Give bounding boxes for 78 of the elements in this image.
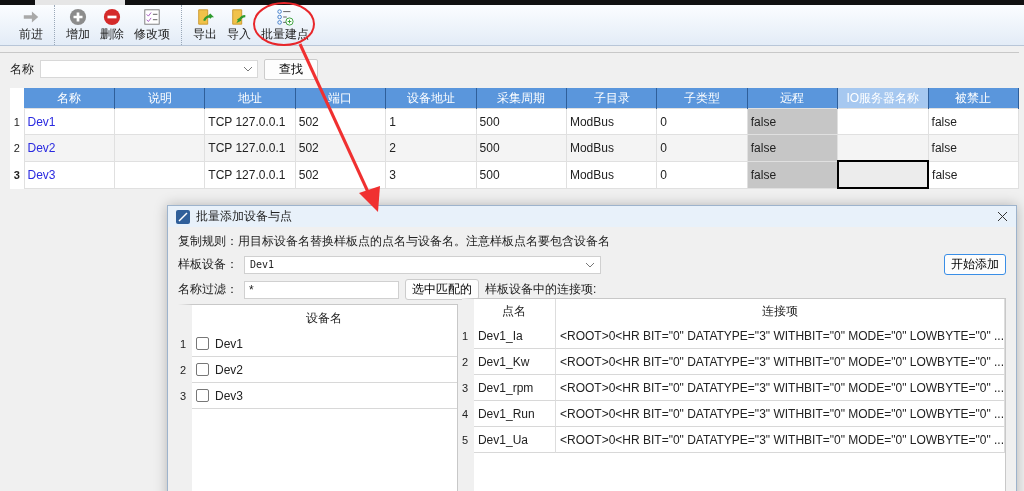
toolbar-button[interactable]: 批量建点 bbox=[256, 5, 314, 45]
checkbox[interactable] bbox=[196, 337, 209, 350]
folder-arrow-icon bbox=[195, 8, 215, 26]
table-cell: Dev3 bbox=[24, 161, 115, 188]
list-add-icon bbox=[275, 8, 295, 26]
select-matching-button[interactable]: 选中匹配的 bbox=[405, 279, 479, 300]
table-cell: 0 bbox=[656, 134, 748, 161]
row-number: 1 bbox=[180, 337, 187, 350]
caret-icon bbox=[585, 261, 595, 268]
table-cell: 500 bbox=[476, 161, 567, 188]
table-cell: <ROOT>0<HR BIT="0" DATATYPE="3" WITHBIT="0" MODE="0" LOWBYTE="0" ... bbox=[555, 323, 1005, 349]
toolbar-button[interactable]: 导入 bbox=[222, 5, 256, 45]
row-number: 3 bbox=[180, 389, 187, 402]
find-button[interactable]: 查找 bbox=[264, 58, 318, 80]
toolbar-button[interactable]: 导出 bbox=[188, 5, 222, 45]
toolbar-button[interactable]: 增加 bbox=[61, 5, 95, 45]
points-label: 样板设备中的连接项: bbox=[485, 281, 597, 298]
row-number: 3 bbox=[10, 161, 24, 188]
table-cell: 0 bbox=[656, 108, 748, 135]
table-cell: 502 bbox=[295, 108, 386, 135]
table-cell: false bbox=[747, 134, 838, 161]
caret-icon bbox=[243, 66, 253, 72]
column-header: 设备名 bbox=[305, 309, 344, 327]
table-cell: Dev2 bbox=[24, 134, 115, 161]
template-label: 样板设备： bbox=[178, 256, 238, 273]
table-cell: 500 bbox=[476, 108, 567, 135]
row-number: 2 bbox=[461, 355, 469, 368]
search-label: 名称 bbox=[10, 60, 34, 78]
add-icon bbox=[68, 8, 88, 26]
row-number: 1 bbox=[461, 329, 469, 342]
table-cell: 500 bbox=[476, 134, 567, 161]
template-combo[interactable]: Dev1 bbox=[244, 255, 601, 274]
table-cell: <ROOT>0<HR BIT="0" DATATYPE="3" WITHBIT="0" MODE="0" LOWBYTE="0" ... bbox=[555, 349, 1005, 375]
table-cell: TCP 127.0.0.1 bbox=[204, 161, 296, 188]
table-cell: TCP 127.0.0.1 bbox=[204, 134, 296, 161]
checklist-icon bbox=[142, 8, 162, 26]
table-cell: 0 bbox=[656, 161, 748, 188]
table-cell: 2 bbox=[385, 134, 477, 161]
row-number: 2 bbox=[10, 134, 24, 161]
checkbox[interactable] bbox=[196, 363, 209, 376]
table-cell: TCP 127.0.0.1 bbox=[204, 108, 296, 135]
device-name: Dev3 bbox=[215, 388, 243, 403]
toolbar-button[interactable]: 删除 bbox=[95, 5, 129, 45]
annotation-circle bbox=[253, 2, 315, 46]
toolbar-button[interactable]: 前进 bbox=[14, 5, 48, 45]
checkbox[interactable] bbox=[196, 389, 209, 402]
start-button[interactable]: 开始添加 bbox=[944, 254, 1006, 275]
table-cell: Dev1 bbox=[24, 108, 115, 135]
table-cell: ModBus bbox=[566, 134, 657, 161]
table-cell: false bbox=[928, 108, 1019, 135]
table-cell: 1 bbox=[385, 108, 477, 135]
row-number: 1 bbox=[10, 108, 24, 135]
column-header: 点名 bbox=[473, 299, 556, 323]
dialog-title: 批量添加设备与点 bbox=[196, 208, 293, 225]
table-cell: ModBus bbox=[566, 161, 657, 188]
row-number: 5 bbox=[461, 433, 469, 446]
table-cell: <ROOT>0<HR BIT="0" DATATYPE="3" WITHBIT="0" MODE="0" LOWBYTE="0" ... bbox=[555, 427, 1005, 453]
filter-label: 名称过滤： bbox=[178, 281, 238, 298]
table-cell: <ROOT>0<HR BIT="0" DATATYPE="3" WITHBIT="0" MODE="0" LOWBYTE="0" ... bbox=[555, 401, 1005, 427]
table-cell: false bbox=[747, 108, 838, 135]
delete-icon bbox=[102, 8, 122, 26]
toolbar-button[interactable]: 修改项 bbox=[129, 5, 175, 45]
table-cell: false bbox=[928, 134, 1019, 161]
app-icon bbox=[176, 209, 190, 224]
table-cell: false bbox=[747, 161, 838, 188]
row-number: 4 bbox=[461, 407, 469, 420]
table-cell: <ROOT>0<HR BIT="0" DATATYPE="3" WITHBIT="0" MODE="0" LOWBYTE="0" ... bbox=[555, 375, 1005, 401]
close-icon[interactable] bbox=[997, 211, 1008, 222]
device-name: Dev2 bbox=[215, 362, 243, 377]
filter-field[interactable]: * bbox=[244, 280, 399, 299]
column-header: 连接项 bbox=[555, 299, 1005, 323]
rule-text: 复制规则：用目标设备名替换样板点的点名与设备名。注意样板点名要包含设备名 bbox=[178, 233, 611, 250]
row-number: 3 bbox=[461, 381, 469, 394]
row-number: 2 bbox=[180, 363, 187, 376]
table-cell: false bbox=[928, 161, 1019, 188]
device-name: Dev1 bbox=[215, 336, 243, 351]
table-cell: 3 bbox=[385, 161, 477, 188]
table-cell: ModBus bbox=[566, 108, 657, 135]
